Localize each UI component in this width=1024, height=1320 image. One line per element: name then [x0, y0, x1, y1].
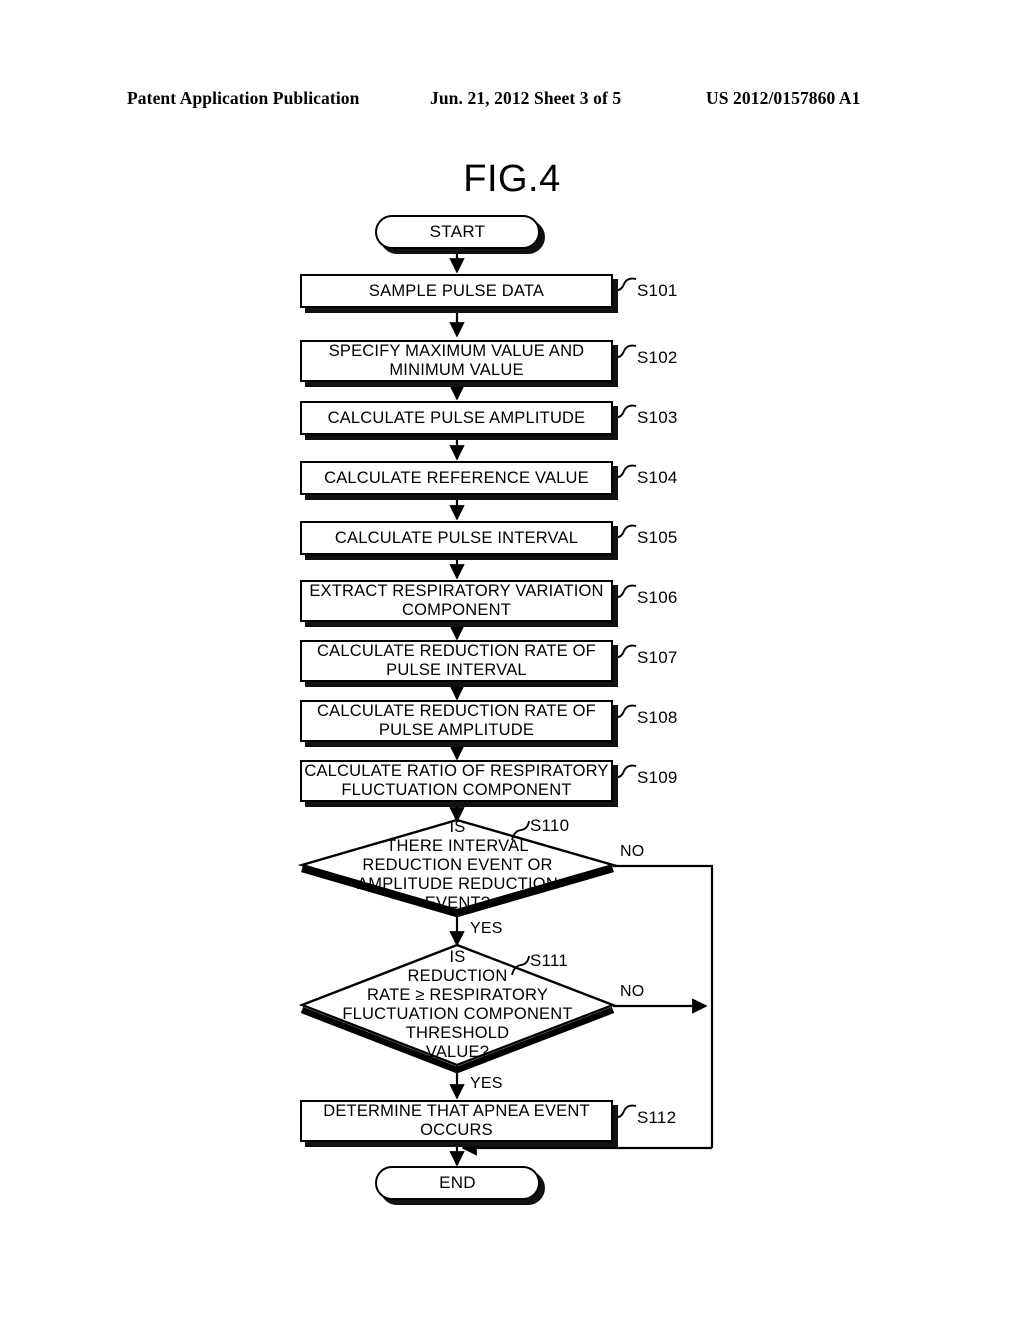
process-text-s108-line2: PULSE AMPLITUDE — [378, 721, 535, 739]
process-text-s112-line1: DETERMINE THAT APNEA EVENT — [323, 1102, 590, 1120]
process-text-s107-line1: CALCULATE REDUCTION RATE OF — [317, 642, 596, 660]
process-box-s107[interactable]: CALCULATE REDUCTION RATE OF PULSE INTERV… — [300, 640, 613, 682]
patent-figure-page: Patent Application Publication Jun. 21, … — [0, 0, 1024, 1320]
step-label-s112: S112 — [637, 1108, 677, 1127]
step-label-s103: S103 — [637, 408, 678, 427]
process-box-s102[interactable]: SPECIFY MAXIMUM VALUE AND MINIMUM VALUE — [300, 340, 613, 382]
process-box-s109[interactable]: CALCULATE RATIO OF RESPIRATORY FLUCTUATI… — [300, 760, 613, 802]
step-label-s104: S104 — [637, 468, 678, 487]
step-label-s110: S110 — [530, 816, 570, 835]
end-node-label: END — [439, 1173, 476, 1192]
step-label-s107: S107 — [637, 648, 678, 667]
process-text-s103-line1: CALCULATE PULSE AMPLITUDE — [327, 408, 586, 427]
process-text-s102-line1: SPECIFY MAXIMUM VALUE AND — [328, 342, 585, 360]
step-label-s109: S109 — [637, 768, 678, 787]
process-box-s104[interactable]: CALCULATE REFERENCE VALUE — [300, 461, 613, 495]
process-text-s105-line1: CALCULATE PULSE INTERVAL — [334, 528, 579, 547]
step-label-s111: S111 — [530, 951, 568, 970]
process-box-s112[interactable]: DETERMINE THAT APNEA EVENT OCCURS — [300, 1100, 613, 1142]
edge-label-s110-no: NO — [620, 843, 645, 860]
process-text-s108-line1: CALCULATE REDUCTION RATE OF — [317, 702, 596, 720]
step-label-s105: S105 — [637, 528, 678, 547]
step-label-s102: S102 — [637, 348, 678, 367]
end-node[interactable]: END — [375, 1166, 540, 1200]
process-text-s106-line1: EXTRACT RESPIRATORY VARIATION — [309, 582, 604, 600]
process-box-s108[interactable]: CALCULATE REDUCTION RATE OF PULSE AMPLIT… — [300, 700, 613, 742]
process-text-s101-line1: SAMPLE PULSE DATA — [368, 281, 545, 300]
step-label-s108: S108 — [637, 708, 678, 727]
step-label-s106: S106 — [637, 588, 678, 607]
process-text-s102-line2: MINIMUM VALUE — [389, 361, 524, 379]
process-text-s112-line2: OCCURS — [420, 1121, 493, 1139]
start-node-label: START — [429, 222, 486, 241]
process-text-s107-line2: PULSE INTERVAL — [386, 661, 527, 679]
process-text-s109-line1: CALCULATE RATIO OF RESPIRATORY — [304, 762, 609, 780]
edge-label-s111-no: NO — [620, 983, 645, 1000]
step-label-s101: S101 — [637, 281, 678, 300]
start-node[interactable]: START — [375, 215, 540, 249]
process-box-s106[interactable]: EXTRACT RESPIRATORY VARIATION COMPONENT — [300, 580, 613, 622]
process-text-s104-line1: CALCULATE REFERENCE VALUE — [324, 468, 589, 487]
process-box-s101[interactable]: SAMPLE PULSE DATA — [300, 274, 613, 308]
process-box-s103[interactable]: CALCULATE PULSE AMPLITUDE — [300, 401, 613, 435]
process-text-s109-line2: FLUCTUATION COMPONENT — [341, 781, 572, 799]
process-box-s105[interactable]: CALCULATE PULSE INTERVAL — [300, 521, 613, 555]
edge-label-s110-yes: YES — [470, 920, 503, 937]
edge-label-s111-yes: YES — [470, 1075, 503, 1092]
process-text-s106-line2: COMPONENT — [401, 601, 512, 619]
